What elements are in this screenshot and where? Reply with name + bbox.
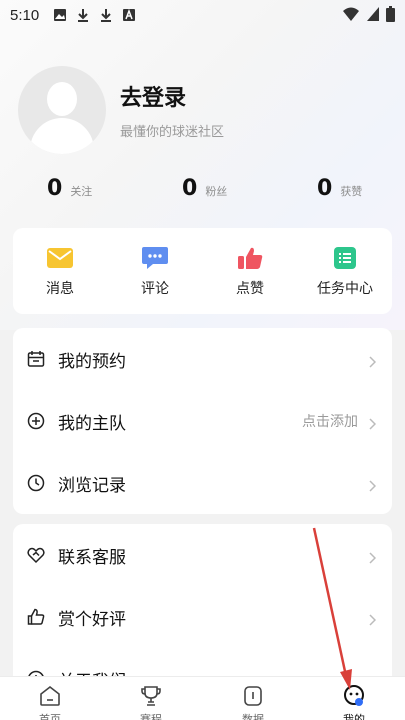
add-team-hint[interactable]: 点击添加 [302, 411, 358, 431]
calendar-icon [27, 350, 45, 368]
quick-action-tasks[interactable]: 任务中心 [300, 246, 390, 298]
chevron-right-icon [368, 353, 377, 368]
menu-group-2: 联系客服 赏个好评 关于我们 [13, 524, 392, 694]
profile-text: 去登录 最懂你的球迷社区 [120, 80, 224, 140]
quick-action-label: 消息 [46, 281, 74, 297]
image-icon [53, 8, 67, 22]
quick-action-comments[interactable]: 评论 [110, 246, 200, 298]
stat-following[interactable]: 0 关注 [47, 176, 92, 201]
quick-action-label: 任务中心 [317, 281, 373, 297]
chevron-right-icon [368, 611, 377, 626]
stat-value: 0 [182, 176, 198, 201]
quick-action-label: 评论 [141, 281, 169, 297]
quick-action-messages[interactable]: 消息 [15, 246, 105, 298]
stat-fans[interactable]: 0 粉丝 [182, 176, 227, 201]
status-time: 5:10 [10, 6, 40, 24]
tab-label: 我的 [343, 713, 365, 720]
thumbs-up-icon [236, 246, 264, 270]
menu-item-my-team[interactable]: 我的主队 点击添加 [13, 390, 392, 452]
quick-action-likes[interactable]: 点赞 [205, 246, 295, 298]
stat-likes[interactable]: 0 获赞 [317, 176, 362, 201]
menu-item-reservations[interactable]: 我的预约 [13, 328, 392, 390]
menu-label: 我的主队 [58, 413, 126, 434]
a-box-icon [122, 8, 136, 22]
tab-data[interactable]: 数据 [223, 684, 283, 720]
stat-value: 0 [317, 176, 333, 201]
profile-header[interactable]: 去登录 最懂你的球迷社区 [18, 66, 224, 154]
stat-value: 0 [47, 176, 63, 201]
battery-icon [386, 6, 395, 26]
menu-group-1: 我的预约 我的主队 点击添加 浏览记录 [13, 328, 392, 514]
quick-action-label: 点赞 [236, 281, 264, 297]
chevron-right-icon [368, 477, 377, 492]
tab-home[interactable]: 首页 [20, 684, 80, 720]
quick-actions-card: 消息 评论 点赞 任务中心 [13, 228, 392, 314]
tab-label: 首页 [39, 713, 61, 720]
clock-icon [27, 474, 45, 492]
download-icon [76, 8, 90, 22]
chevron-right-icon [368, 415, 377, 430]
task-list-icon [331, 246, 359, 270]
tab-label: 数据 [242, 713, 264, 720]
tab-schedule[interactable]: 赛程 [121, 684, 181, 720]
menu-item-rate-app[interactable]: 赏个好评 [13, 586, 392, 648]
heart-handshake-icon [27, 546, 45, 564]
thumbs-up-outline-icon [27, 608, 45, 626]
home-icon [38, 684, 62, 708]
plus-circle-icon [27, 412, 45, 430]
mail-icon [46, 246, 74, 270]
stat-label: 获赞 [340, 185, 363, 198]
login-link[interactable]: 去登录 [120, 80, 224, 112]
menu-item-customer-service[interactable]: 联系客服 [13, 524, 392, 586]
menu-label: 浏览记录 [58, 475, 126, 496]
menu-label: 赏个好评 [58, 609, 126, 630]
comment-icon [141, 246, 169, 270]
status-bar: 5:10 [0, 0, 405, 30]
tab-mine[interactable]: 我的 [324, 684, 384, 720]
wifi-icon [342, 6, 360, 26]
avatar-head [47, 82, 77, 116]
bottom-tab-bar: 首页 赛程 数据 我的 [0, 676, 405, 720]
menu-item-history[interactable]: 浏览记录 [13, 452, 392, 514]
profile-face-icon [342, 684, 366, 708]
stats-row: 0 关注 0 粉丝 0 获赞 [0, 176, 405, 206]
tab-label: 赛程 [140, 713, 162, 720]
profile-subtitle: 最懂你的球迷社区 [120, 125, 225, 140]
menu-label: 联系客服 [58, 547, 126, 568]
signal-icon [366, 6, 380, 26]
data-icon [241, 684, 265, 708]
avatar-body [30, 118, 94, 154]
download-icon [99, 8, 113, 22]
status-right-group [342, 6, 395, 26]
chevron-right-icon [368, 549, 377, 564]
avatar[interactable] [18, 66, 106, 154]
menu-label: 我的预约 [58, 351, 126, 372]
stat-label: 粉丝 [205, 185, 228, 198]
trophy-icon [139, 684, 163, 708]
stat-label: 关注 [70, 185, 93, 198]
